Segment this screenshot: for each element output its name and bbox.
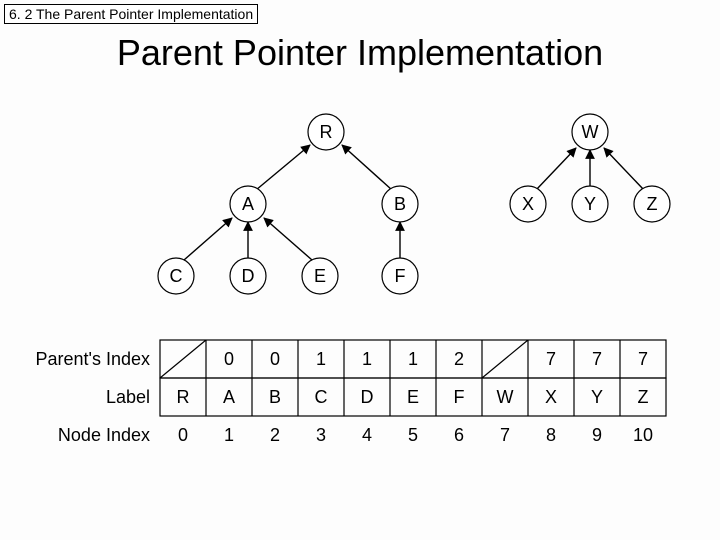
svg-text:A: A	[242, 194, 254, 214]
svg-text:R: R	[320, 122, 333, 142]
tree-node-B: B	[382, 186, 418, 222]
tree-node-Z: Z	[634, 186, 670, 222]
tree-node-W: W	[572, 114, 608, 150]
svg-text:E: E	[314, 266, 326, 286]
svg-text:Z: Z	[647, 194, 658, 214]
svg-text:C: C	[170, 266, 183, 286]
svg-text:W: W	[582, 122, 599, 142]
row-parent-index-cell: 2	[454, 349, 464, 369]
row-node-index-label: Node Index	[58, 425, 150, 445]
row-node-index-cell: 10	[633, 425, 653, 445]
row-label-cell: A	[223, 387, 235, 407]
row-parent-index-cell: 1	[316, 349, 326, 369]
row-parent-index-cell: 0	[224, 349, 234, 369]
svg-text:F: F	[395, 266, 406, 286]
edge-A-R	[256, 145, 310, 190]
diagram: R A B C D E F W X Y Z Parent's Index 0 0 1 1…	[0, 100, 720, 520]
row-parent-index: Parent's Index 0 0 1 1 1 2 7 7 7	[35, 340, 666, 378]
row-node-index-cell: 3	[316, 425, 326, 445]
row-label-cell: F	[454, 387, 465, 407]
edge-Z-W	[604, 148, 644, 190]
tree-node-R: R	[308, 114, 344, 150]
svg-text:X: X	[522, 194, 534, 214]
row-label-cell: Y	[591, 387, 603, 407]
row-node-index-cell: 8	[546, 425, 556, 445]
row-node-index-cell: 2	[270, 425, 280, 445]
null-parent-slash	[160, 340, 206, 378]
page-title: Parent Pointer Implementation	[0, 32, 720, 74]
array-table: Parent's Index001112777LabelRABCDEFWXYZN…	[35, 340, 666, 445]
tree-node-C: C	[158, 258, 194, 294]
tree-node-E: E	[302, 258, 338, 294]
row-parent-index-cell: 1	[362, 349, 372, 369]
svg-text:D: D	[242, 266, 255, 286]
row-parent-index-cell: 7	[638, 349, 648, 369]
row-parent-index-label: Parent's Index	[35, 349, 150, 369]
tree-node-Y: Y	[572, 186, 608, 222]
row-label-cell: Z	[638, 387, 649, 407]
row-node-index-cell: 6	[454, 425, 464, 445]
row-label: Label R A B C D E F W X Y Z	[106, 378, 666, 416]
row-node-index-cell: 5	[408, 425, 418, 445]
row-parent-index-cell: 7	[546, 349, 556, 369]
tree-node-X: X	[510, 186, 546, 222]
tree-node-F: F	[382, 258, 418, 294]
row-parent-index-cell: 0	[270, 349, 280, 369]
row-node-index: Node Index 0 1 2 3 4 5 6 7 8 9 10	[58, 425, 653, 445]
row-label-cell: C	[315, 387, 328, 407]
edge-E-A	[264, 218, 312, 260]
row-label-cell: D	[361, 387, 374, 407]
row-node-index-cell: 9	[592, 425, 602, 445]
row-node-index-cell: 4	[362, 425, 372, 445]
tree-2: W X Y Z	[510, 114, 670, 222]
row-node-index-cell: 7	[500, 425, 510, 445]
svg-text:Y: Y	[584, 194, 596, 214]
edge-B-R	[342, 145, 392, 190]
breadcrumb: 6. 2 The Parent Pointer Implementation	[4, 4, 258, 24]
row-label-cell: X	[545, 387, 557, 407]
row-node-index-cell: 1	[224, 425, 234, 445]
row-node-index-cell: 0	[178, 425, 188, 445]
row-parent-index-cell: 1	[408, 349, 418, 369]
row-label-cell: B	[269, 387, 281, 407]
row-parent-index-cell: 7	[592, 349, 602, 369]
edge-C-A	[184, 218, 232, 260]
svg-text:B: B	[394, 194, 406, 214]
row-label-cell: W	[497, 387, 514, 407]
row-label-cell: R	[177, 387, 190, 407]
tree-node-A: A	[230, 186, 266, 222]
row-label-label: Label	[106, 387, 150, 407]
row-label-cell: E	[407, 387, 419, 407]
tree-1: R A B C D E F	[158, 114, 418, 294]
edge-X-W	[536, 148, 576, 190]
null-parent-slash	[482, 340, 528, 378]
tree-node-D: D	[230, 258, 266, 294]
